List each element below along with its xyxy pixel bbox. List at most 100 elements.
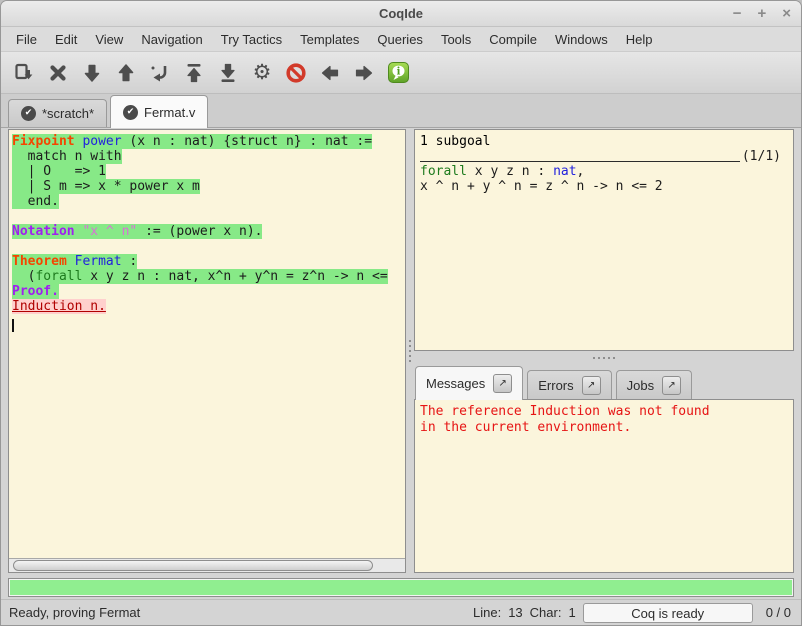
save-icon [13, 62, 35, 84]
go-to-start-button[interactable] [177, 57, 211, 89]
window-title: CoqIde [1, 6, 801, 21]
line-text: Induction n. [12, 299, 106, 314]
detach-icon: ↗ [587, 380, 595, 391]
vertical-splitter[interactable] [406, 129, 414, 573]
editor-line: Fixpoint power (x n : nat) {struct n} : … [12, 134, 405, 149]
tab-check-icon: ✔ [21, 106, 36, 121]
save-button[interactable] [7, 57, 41, 89]
about-button[interactable]: i [381, 57, 415, 89]
goal-line: forall x y z n : nat, [420, 164, 789, 179]
detach-icon: ↗ [667, 380, 675, 391]
code-segment: x y z n : [467, 164, 553, 179]
go-to-start-icon [183, 62, 205, 84]
gear-button[interactable]: ⚙ [245, 57, 279, 89]
forward-button[interactable] [347, 57, 381, 89]
horizontal-scrollbar[interactable] [9, 558, 405, 572]
detach-icon: ↗ [499, 378, 507, 389]
title-bar: CoqIde − + × [1, 1, 801, 27]
code-segment: forall [35, 269, 82, 284]
tab-label: Messages [426, 376, 485, 391]
tab-fermat-v[interactable]: ✔Fermat.v [110, 95, 208, 128]
go-to-cursor-icon [149, 62, 171, 84]
line-text: | S m => x * power x m [12, 179, 200, 194]
detach-jobs-button[interactable]: ↗ [662, 376, 681, 395]
code-segment: Proof. [12, 284, 59, 299]
horizontal-splitter[interactable] [414, 351, 794, 364]
code-segment: x y z n : nat, x^n + y^n = z^n -> n <= [82, 269, 387, 284]
code-segment: Fermat [75, 254, 122, 269]
line-label: Line: [473, 605, 501, 620]
menu-queries[interactable]: Queries [368, 29, 432, 50]
code-segment: Induction n. [12, 299, 106, 314]
tab-messages[interactable]: Messages ↗ [415, 366, 523, 400]
line-text: (forall x y z n : nat, x^n + y^n = z^n -… [12, 269, 388, 284]
code-segment: Notation [12, 224, 75, 239]
separator-line [420, 161, 740, 162]
tab-jobs[interactable]: Jobs↗ [616, 370, 692, 399]
maximize-button[interactable]: + [757, 6, 766, 21]
tab--scratch-[interactable]: ✔*scratch* [8, 99, 107, 127]
menu-navigation[interactable]: Navigation [132, 29, 211, 50]
editor-line [12, 314, 405, 329]
about-icon: i [387, 61, 410, 84]
code-segment: end. [12, 194, 59, 209]
back-icon [319, 62, 341, 84]
close-button[interactable] [41, 57, 75, 89]
interrupt-button[interactable] [279, 57, 313, 89]
menu-windows[interactable]: Windows [546, 29, 617, 50]
editor-line [12, 239, 405, 254]
goal-line: x ^ n + y ^ n = z ^ n -> n <= 2 [420, 179, 789, 194]
menu-try-tactics[interactable]: Try Tactics [212, 29, 291, 50]
menu-compile[interactable]: Compile [480, 29, 546, 50]
menu-templates[interactable]: Templates [291, 29, 368, 50]
menu-view[interactable]: View [86, 29, 132, 50]
editor-line: Induction n. [12, 299, 405, 314]
detach-errors-button[interactable]: ↗ [582, 376, 601, 395]
line-text: Proof. [12, 284, 59, 299]
goal-separator: (1/1) [420, 149, 789, 164]
menu-tools[interactable]: Tools [432, 29, 480, 50]
code-editor[interactable]: Fixpoint power (x n : nat) {struct n} : … [9, 130, 405, 558]
go-up-button[interactable] [109, 57, 143, 89]
code-segment: Theorem [12, 254, 67, 269]
code-segment: := (power x n). [137, 224, 262, 239]
detach-messages-button[interactable]: ↗ [493, 374, 512, 393]
editor-line: match n with [12, 149, 405, 164]
back-button[interactable] [313, 57, 347, 89]
document-tab-bar: ✔*scratch*✔Fermat.v [1, 94, 801, 128]
menu-file[interactable]: File [7, 29, 46, 50]
status-message: Ready, proving Fermat [9, 605, 473, 620]
progress-fill [10, 580, 792, 595]
tab-errors[interactable]: Errors↗ [527, 370, 611, 399]
code-segment [67, 254, 75, 269]
interrupt-icon [285, 62, 307, 84]
scrollbar-thumb[interactable] [13, 560, 373, 571]
go-down-button[interactable] [75, 57, 109, 89]
code-segment: power [82, 134, 121, 149]
go-to-end-button[interactable] [211, 57, 245, 89]
line-text: end. [12, 194, 59, 209]
line-text: Notation "x ^ n" := (power x n). [12, 224, 262, 239]
code-segment: forall [420, 164, 467, 179]
editor-line: end. [12, 194, 405, 209]
message-tab-bar: Messages↗Errors↗Jobs↗ [414, 364, 794, 399]
char-label: Char: [530, 605, 562, 620]
menu-edit[interactable]: Edit [46, 29, 86, 50]
gear-icon: ⚙ [253, 62, 272, 83]
message-line: The reference Induction was not found [420, 404, 789, 420]
coq-status-button[interactable]: Coq is ready [583, 603, 753, 623]
task-counter: 0 / 0 [766, 605, 791, 620]
status-bar: Ready, proving Fermat Line: 13 Char: 1 C… [1, 599, 801, 625]
code-segment: nat [553, 164, 576, 179]
code-segment: , [577, 164, 585, 179]
close-button[interactable]: × [782, 6, 791, 21]
menu-bar: FileEditViewNavigationTry TacticsTemplat… [1, 27, 801, 52]
goal-statement: forall x y z n : nat,x ^ n + y ^ n = z ^… [420, 164, 789, 194]
editor-line: Proof. [12, 284, 405, 299]
go-to-cursor-button[interactable] [143, 57, 177, 89]
coqide-window: CoqIde − + × FileEditViewNavigationTry T… [0, 0, 802, 626]
menu-help[interactable]: Help [617, 29, 662, 50]
minimize-button[interactable]: − [733, 6, 742, 21]
progress-track [8, 578, 794, 597]
editor-line: | S m => x * power x m [12, 179, 405, 194]
